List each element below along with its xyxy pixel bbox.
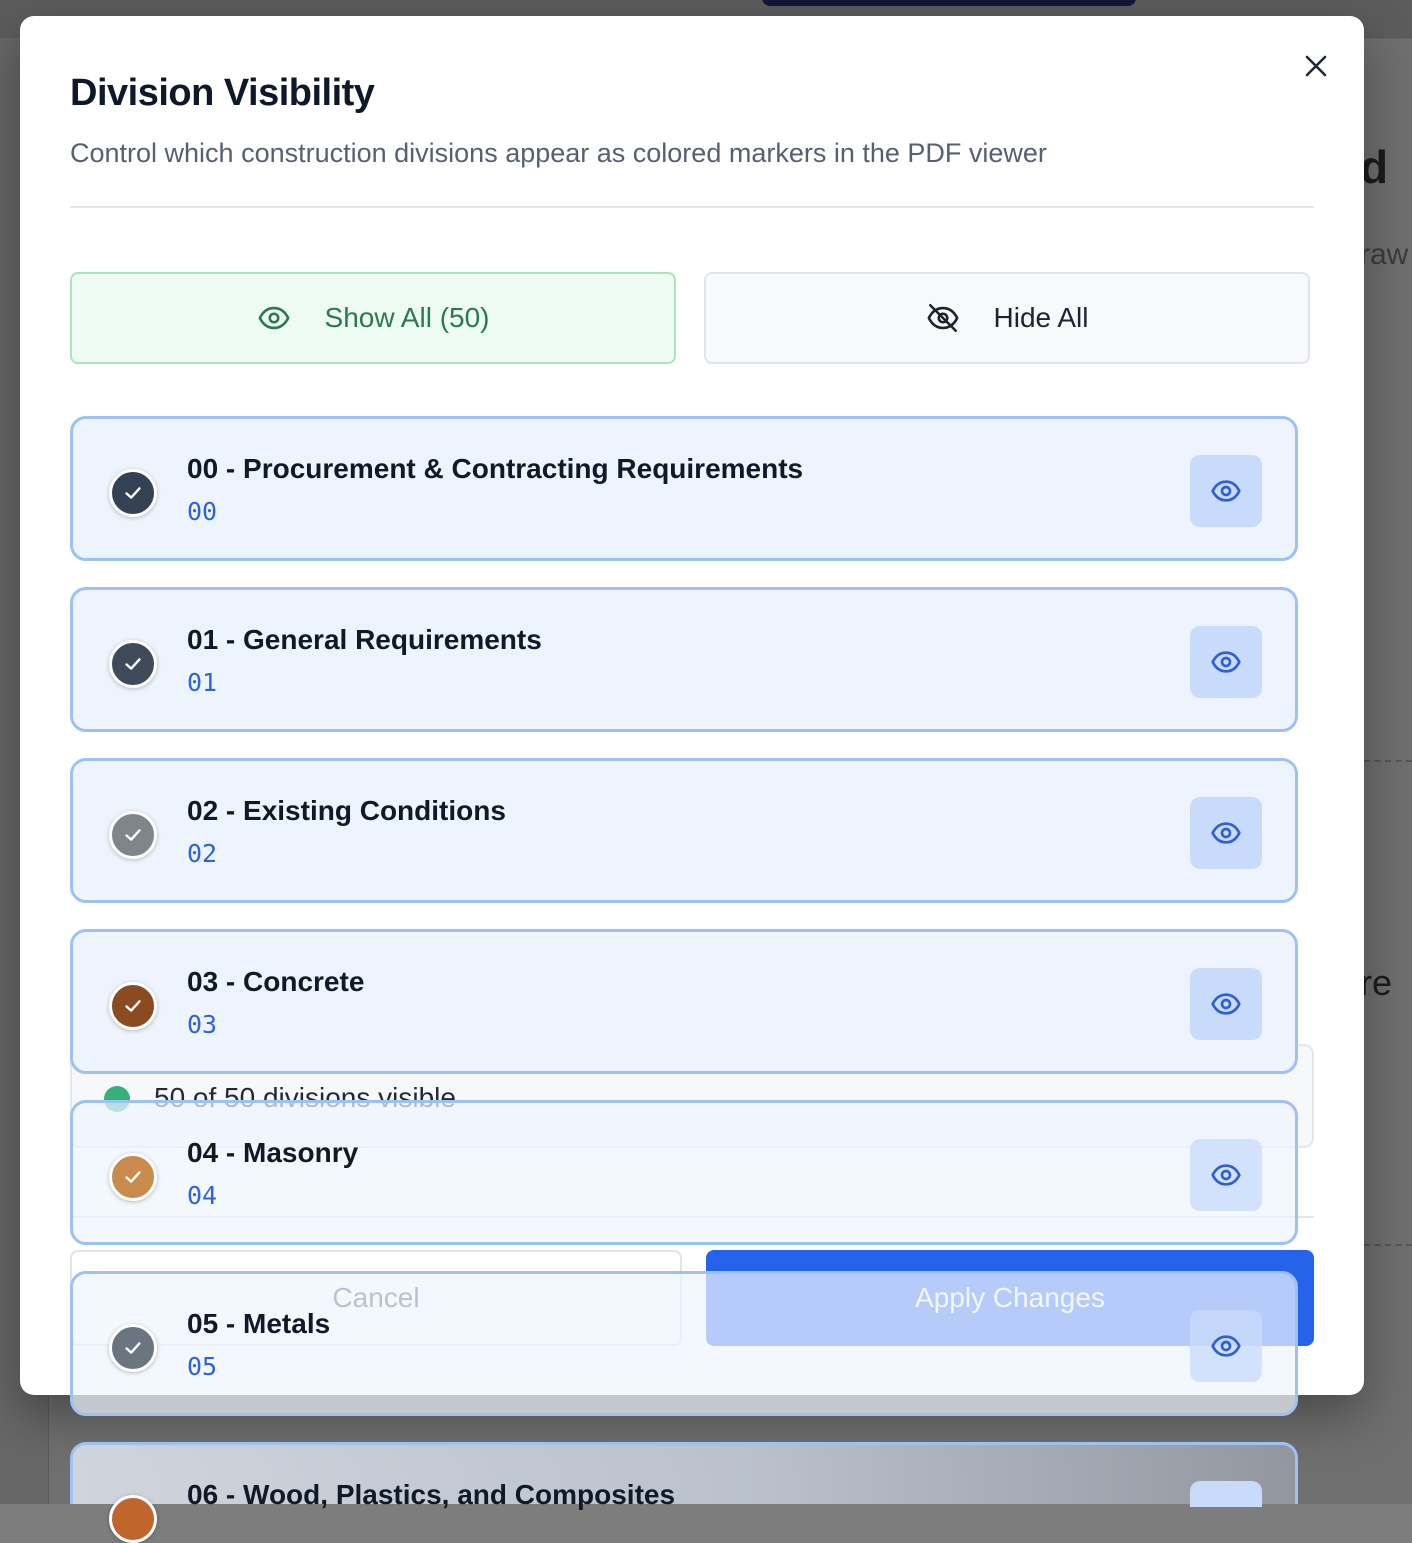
eye-icon — [258, 306, 289, 330]
checkmark-icon — [125, 1342, 141, 1354]
division-code: 00 — [187, 497, 218, 526]
background-text-fragment-2: re — [1360, 962, 1393, 1003]
division-check-toggle[interactable] — [109, 982, 157, 1030]
eye-icon — [1211, 993, 1241, 1015]
division-item[interactable]: 01 - General Requirements 01 — [70, 587, 1298, 732]
division-visibility-toggle[interactable] — [1190, 1139, 1262, 1211]
division-name: 03 - Concrete — [187, 966, 365, 997]
division-visibility-toggle[interactable] — [1190, 455, 1262, 527]
checkmark-icon — [125, 487, 141, 499]
division-code: 05 — [187, 1352, 218, 1381]
division-item[interactable]: 05 - Metals 05 — [70, 1271, 1298, 1416]
division-visibility-toggle[interactable] — [1190, 797, 1262, 869]
division-item[interactable]: 06 - Wood, Plastics, and Composites — [70, 1442, 1298, 1543]
close-icon — [1305, 55, 1327, 77]
background-text-fragment: raw — [1360, 238, 1409, 271]
division-visibility-toggle[interactable] — [1190, 968, 1262, 1040]
division-name: 05 - Metals — [187, 1308, 331, 1339]
checkmark-icon — [125, 1171, 141, 1183]
division-check-toggle[interactable] — [109, 640, 157, 688]
eye-icon — [1211, 1164, 1241, 1186]
background-dashed-divider — [1364, 1244, 1412, 1246]
division-visibility-toggle[interactable] — [1190, 1481, 1262, 1507]
division-visibility-toggle[interactable] — [1190, 626, 1262, 698]
checkmark-icon — [125, 829, 141, 841]
close-button[interactable] — [1300, 50, 1332, 82]
dialog-title: Division Visibility — [70, 72, 375, 114]
division-name: 06 - Wood, Plastics, and Composites — [187, 1479, 676, 1510]
division-name: 01 - General Requirements — [187, 624, 542, 655]
division-check-toggle[interactable] — [109, 469, 157, 517]
header-divider — [70, 206, 1314, 208]
division-check-toggle[interactable] — [109, 1324, 157, 1372]
division-name: 04 - Masonry — [187, 1137, 359, 1168]
dialog-subtitle: Control which construction divisions app… — [70, 138, 1047, 168]
background-heading-fragment: d — [1360, 141, 1389, 193]
division-item[interactable]: 00 - Procurement & Contracting Requireme… — [70, 416, 1298, 561]
background-top-button — [762, 0, 1136, 6]
division-code: 04 — [187, 1181, 218, 1210]
division-item[interactable]: 02 - Existing Conditions 02 — [70, 758, 1298, 903]
eye-icon — [1211, 822, 1241, 844]
division-item[interactable]: 03 - Concrete 03 — [70, 929, 1298, 1074]
checkmark-icon — [125, 1000, 141, 1012]
checkmark-icon — [125, 658, 141, 670]
show-all-button[interactable]: Show All (50) — [70, 272, 676, 364]
division-code: 01 — [187, 668, 218, 697]
division-code: 03 — [187, 1010, 218, 1039]
division-visibility-toggle[interactable] — [1190, 1310, 1262, 1382]
hide-all-button[interactable]: Hide All — [704, 272, 1310, 364]
eye-icon — [1211, 651, 1241, 673]
show-all-label: Show All (50) — [324, 302, 490, 333]
division-check-toggle[interactable] — [109, 811, 157, 859]
division-name: 02 - Existing Conditions — [187, 795, 506, 826]
division-check-toggle[interactable] — [109, 1153, 157, 1201]
background-dashed-divider — [1364, 760, 1412, 762]
division-code: 02 — [187, 839, 218, 868]
eye-icon — [1211, 480, 1241, 502]
division-name: 00 - Procurement & Contracting Requireme… — [187, 453, 804, 484]
eye-icon — [1211, 1335, 1241, 1357]
eye-off-icon — [927, 303, 958, 333]
division-check-toggle[interactable] — [109, 1495, 157, 1543]
division-item[interactable]: 04 - Masonry 04 — [70, 1100, 1298, 1245]
hide-all-label: Hide All — [993, 302, 1089, 333]
